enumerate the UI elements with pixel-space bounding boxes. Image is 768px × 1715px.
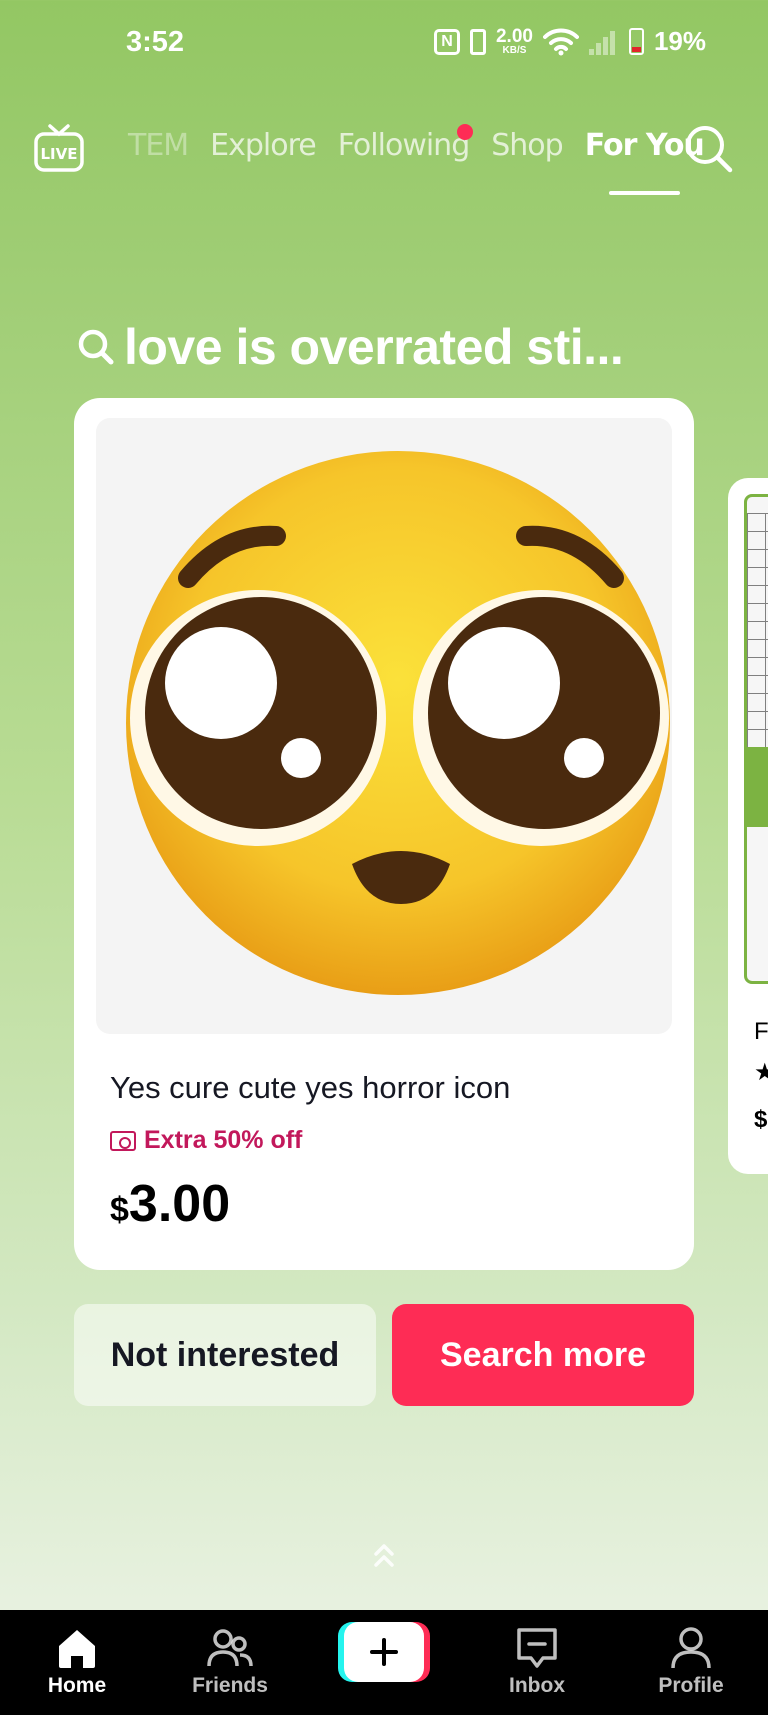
nav-inbox[interactable]: Inbox	[482, 1624, 592, 1698]
live-tv-icon[interactable]: LIVE	[34, 124, 84, 172]
network-speed: 2.00 KB/S	[496, 27, 533, 56]
home-icon	[59, 1630, 95, 1668]
pleading-face-emoji-icon	[126, 451, 670, 995]
price-amount: 3.00	[128, 1175, 231, 1233]
search-icon[interactable]	[684, 124, 734, 174]
bottom-nav: Home Friends Inbox Profile	[0, 1610, 768, 1715]
nav-profile[interactable]: Profile	[636, 1624, 746, 1698]
tab-following[interactable]: Following	[337, 124, 474, 163]
plus-icon	[370, 1638, 398, 1666]
tab-stem[interactable]: TEM	[128, 128, 189, 163]
tab-explore[interactable]: Explore	[210, 128, 317, 163]
status-time: 3:52	[126, 26, 185, 58]
product-image[interactable]	[96, 418, 672, 1034]
not-interested-button[interactable]: Not interested	[74, 1304, 376, 1406]
promo-text: Extra 50% off	[144, 1126, 303, 1154]
coupon-icon	[110, 1130, 136, 1151]
tab-shop[interactable]: Shop	[491, 128, 563, 163]
nav-friends-label: Friends	[192, 1674, 268, 1697]
inbox-icon	[517, 1628, 557, 1668]
live-label: LIVE	[41, 145, 78, 163]
battery-percent: 19%	[653, 26, 706, 56]
product-title: Yes cure cute yes horror icon	[110, 1070, 511, 1105]
next-product-card[interactable]: F ★ $	[728, 478, 768, 1174]
vibrate-icon	[469, 28, 486, 55]
speed-unit: KB/S	[502, 45, 527, 56]
query-text: love is overrated sti...	[124, 319, 624, 375]
nav-home-label: Home	[47, 1674, 107, 1697]
feed-tabs: TEM Explore Following Shop For You	[128, 124, 705, 195]
notification-dot	[457, 124, 474, 140]
product-price: $ 3.00	[110, 1174, 230, 1234]
speed-value: 2.00	[495, 26, 533, 47]
nav-inbox-label: Inbox	[509, 1674, 565, 1697]
nav-profile-label: Profile	[658, 1674, 724, 1697]
friends-icon	[207, 1629, 253, 1667]
create-post-button[interactable]	[338, 1622, 430, 1682]
swipe-up-icon	[374, 1544, 394, 1567]
status-bar: 3:52 N 2.00 KB/S 19%	[0, 0, 768, 90]
promo-badge: Extra 50% off	[110, 1126, 302, 1155]
signal-icon	[588, 29, 619, 55]
star-icon: ★	[754, 1059, 768, 1086]
next-product-title: F	[754, 1018, 768, 1045]
nav-friends[interactable]: Friends	[175, 1624, 285, 1698]
search-query-heading[interactable]: love is overrated sti...	[76, 318, 624, 376]
next-product-image	[744, 494, 768, 984]
profile-icon	[671, 1627, 711, 1669]
nfc-icon: N	[433, 28, 460, 55]
battery-icon	[628, 28, 644, 55]
status-icons: N 2.00 KB/S 19%	[433, 26, 706, 57]
nav-home[interactable]: Home	[22, 1624, 132, 1698]
search-more-button[interactable]: Search more	[392, 1304, 694, 1406]
product-card[interactable]: Yes cure cute yes horror icon Extra 50% …	[74, 398, 694, 1270]
wifi-icon	[542, 28, 579, 55]
top-nav: LIVE TEM Explore Following Shop For You	[0, 110, 768, 200]
price-currency: $	[110, 1191, 129, 1229]
next-product-price: $	[754, 1106, 768, 1133]
search-icon	[78, 329, 114, 365]
tab-following-label: Following	[337, 128, 470, 163]
